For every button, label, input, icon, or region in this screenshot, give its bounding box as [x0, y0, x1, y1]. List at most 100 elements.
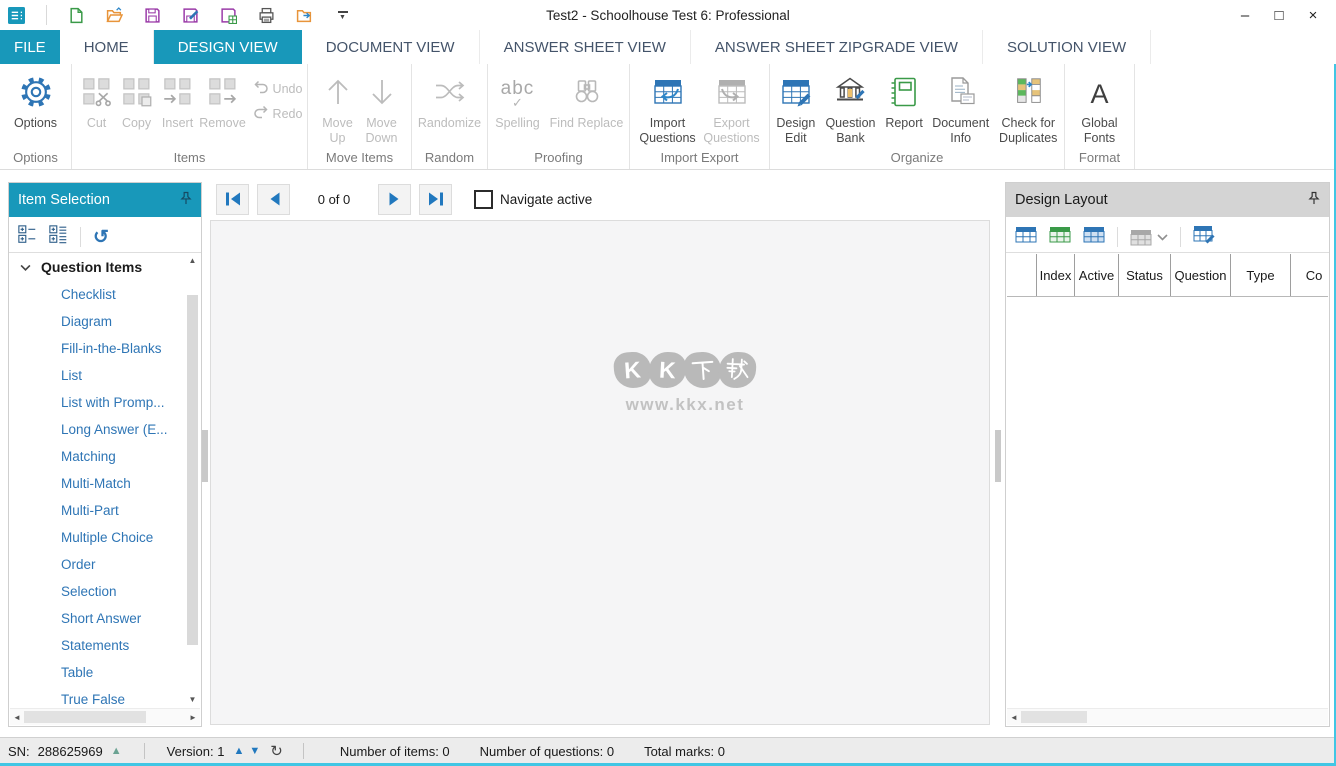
table-gray-menu-icon[interactable] — [1130, 229, 1168, 246]
move-down-button[interactable]: Move Down — [360, 69, 404, 146]
redo-button[interactable]: Redo — [253, 104, 303, 123]
tree-root-question-items[interactable]: Question Items — [10, 253, 185, 281]
export-questions-button[interactable]: Export Questions — [700, 69, 764, 146]
tree-item-checklist[interactable]: Checklist — [10, 281, 185, 308]
left-splitter-handle[interactable] — [202, 430, 208, 482]
column-question[interactable]: Question — [1171, 254, 1231, 296]
save-layout-icon[interactable] — [220, 7, 237, 24]
report-button[interactable]: Report — [879, 69, 929, 131]
print-icon[interactable] — [258, 7, 275, 24]
close-button[interactable]: × — [1296, 7, 1330, 24]
design-edit-button[interactable]: Design Edit — [770, 69, 822, 146]
ribbon-group-items: Cut Copy Insert Remove Undo Redo Items — [72, 64, 308, 169]
undo-button[interactable]: Undo — [253, 79, 303, 98]
tree-item-list-with-prompts[interactable]: List with Promp... — [10, 389, 185, 416]
tab-solution-view[interactable]: SOLUTION VIEW — [983, 30, 1151, 64]
scroll-down-arrow[interactable]: ▼ — [186, 694, 199, 706]
table-filled-icon[interactable] — [1083, 226, 1105, 248]
first-item-button[interactable] — [216, 184, 249, 215]
global-fonts-button[interactable]: A Global Fonts — [1072, 69, 1128, 146]
remove-button[interactable]: Remove — [199, 69, 247, 131]
tab-file[interactable]: FILE — [0, 30, 60, 64]
tree-item-list[interactable]: List — [10, 362, 185, 389]
tree-item-diagram[interactable]: Diagram — [10, 308, 185, 335]
check-duplicates-button[interactable]: Check for Duplicates — [992, 69, 1064, 146]
scroll-up-arrow[interactable]: ▲ — [186, 255, 199, 267]
question-bank-button[interactable]: Question Bank — [822, 69, 880, 146]
tree-item-true-false[interactable]: True False — [10, 686, 185, 708]
scrollbar-thumb[interactable] — [24, 711, 146, 723]
pin-icon[interactable] — [1308, 191, 1320, 210]
table-blue-icon[interactable] — [1015, 226, 1037, 248]
options-button[interactable]: Options — [14, 69, 57, 131]
reset-icon[interactable]: ↺ — [93, 228, 109, 247]
maximize-button[interactable]: □ — [1262, 7, 1296, 24]
open-file-icon[interactable] — [106, 7, 123, 24]
table-design-edit-icon[interactable] — [1193, 225, 1216, 249]
tree-item-long-answer[interactable]: Long Answer (E... — [10, 416, 185, 443]
version-down-icon[interactable]: ▼ — [249, 745, 260, 757]
app-menu-icon[interactable] — [8, 7, 25, 24]
tree-item-selection[interactable]: Selection — [10, 578, 185, 605]
item-selection-panel: Item Selection ↺ Question Items Checklis… — [8, 182, 202, 727]
tree-item-short-answer[interactable]: Short Answer — [10, 605, 185, 632]
column-co-truncated[interactable]: Co — [1291, 254, 1328, 296]
last-item-button[interactable] — [419, 184, 452, 215]
column-index[interactable]: Index — [1037, 254, 1075, 296]
tree-item-order[interactable]: Order — [10, 551, 185, 578]
sn-expand-icon[interactable]: ▲ — [111, 745, 122, 757]
tree-item-multi-match[interactable]: Multi-Match — [10, 470, 185, 497]
spelling-button[interactable]: abc✓ Spelling — [490, 69, 546, 131]
tree-item-matching[interactable]: Matching — [10, 443, 185, 470]
tree-item-statements[interactable]: Statements — [10, 632, 185, 659]
column-status[interactable]: Status — [1119, 254, 1171, 296]
customize-toolbar-icon[interactable]: ▼ — [334, 7, 351, 24]
scroll-left-arrow[interactable]: ◄ — [10, 713, 24, 722]
tab-home[interactable]: HOME — [60, 30, 154, 64]
status-bar: SN: 288625969 ▲ Version: 1 ▲ ▼ ↻ Number … — [0, 737, 1336, 764]
new-document-icon[interactable] — [68, 7, 85, 24]
tree-item-table[interactable]: Table — [10, 659, 185, 686]
randomize-button[interactable]: Randomize — [415, 69, 485, 131]
scrollbar-thumb[interactable] — [187, 295, 198, 645]
grid-horizontal-scrollbar[interactable]: ◄ — [1007, 708, 1328, 725]
export-file-icon[interactable] — [296, 7, 313, 24]
tree-vertical-scrollbar[interactable]: ▲ ▼ — [186, 255, 199, 706]
version-up-icon[interactable]: ▲ — [233, 745, 244, 757]
tab-design-view[interactable]: DESIGN VIEW — [154, 30, 302, 64]
right-splitter-handle[interactable] — [995, 430, 1001, 482]
scroll-right-arrow[interactable]: ► — [186, 713, 200, 722]
previous-item-button[interactable] — [257, 184, 290, 215]
pin-icon[interactable] — [180, 191, 192, 210]
tab-document-view[interactable]: DOCUMENT VIEW — [302, 30, 480, 64]
tree-item-fill-in-the-blanks[interactable]: Fill-in-the-Blanks — [10, 335, 185, 362]
save-icon[interactable] — [144, 7, 161, 24]
move-up-button[interactable]: Move Up — [316, 69, 360, 146]
minimize-button[interactable]: – — [1228, 7, 1262, 24]
column-active[interactable]: Active — [1075, 254, 1119, 296]
next-item-button[interactable] — [378, 184, 411, 215]
tree-item-multiple-choice[interactable]: Multiple Choice — [10, 524, 185, 551]
insert-button[interactable]: Insert — [157, 69, 199, 131]
column-row-selector[interactable] — [1007, 254, 1037, 296]
tab-answer-sheet-view[interactable]: ANSWER SHEET VIEW — [480, 30, 691, 64]
cut-button[interactable]: Cut — [77, 69, 117, 131]
chevron-down-icon[interactable] — [20, 259, 31, 275]
tree-horizontal-scrollbar[interactable]: ◄ ► — [10, 708, 200, 725]
column-type[interactable]: Type — [1231, 254, 1291, 296]
scrollbar-thumb[interactable] — [1021, 711, 1087, 723]
scroll-left-arrow[interactable]: ◄ — [1007, 713, 1021, 722]
find-replace-button[interactable]: Find Replace — [546, 69, 628, 131]
document-info-button[interactable]: Document Info — [929, 69, 993, 146]
navigate-active-checkbox[interactable] — [474, 190, 493, 209]
collapse-all-icon[interactable] — [18, 225, 37, 249]
save-as-icon[interactable] — [182, 7, 199, 24]
copy-button[interactable]: Copy — [117, 69, 157, 131]
tree-item-multi-part[interactable]: Multi-Part — [10, 497, 185, 524]
version-refresh-icon[interactable]: ↻ — [270, 742, 283, 760]
expand-all-icon[interactable] — [49, 225, 68, 249]
tab-answer-sheet-zipgrade-view[interactable]: ANSWER SHEET ZIPGRADE VIEW — [691, 30, 983, 64]
table-green-icon[interactable] — [1049, 226, 1071, 248]
notebook-icon — [886, 74, 922, 115]
import-questions-button[interactable]: Import Questions — [636, 69, 700, 146]
